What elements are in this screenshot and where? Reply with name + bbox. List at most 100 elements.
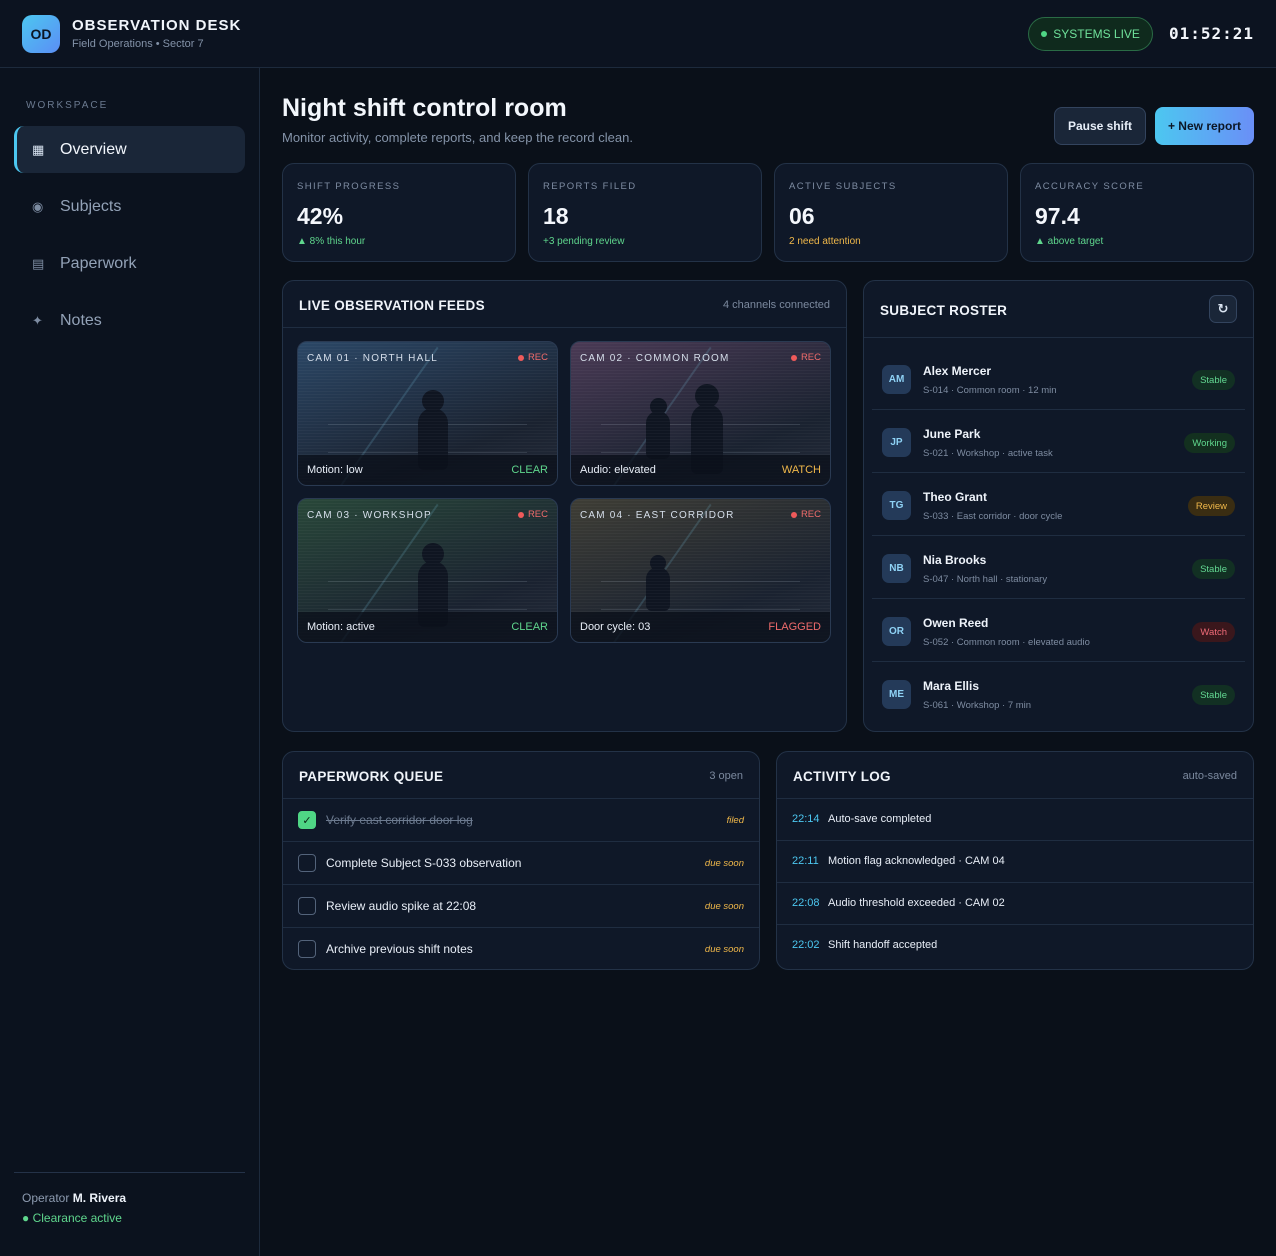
roster-row[interactable]: NB Nia Brooks S-047 · North hall · station… [872, 536, 1245, 599]
camera-feed[interactable]: CAM 01 · NORTH HALL REC Motion: low CLEAR [297, 341, 558, 486]
app-title: OBSERVATION DESK [72, 17, 242, 34]
feed-reading: Door cycle: 03 [580, 621, 651, 633]
roster-row[interactable]: OR Owen Reed S-052 · Common room · elevate… [872, 599, 1245, 662]
record-dot-icon [790, 511, 797, 518]
task-checkbox[interactable] [298, 897, 316, 915]
subject-detail: S-033 · East corridor · door cycle [923, 511, 1063, 522]
rec-label: REC [800, 509, 821, 520]
paperwork-item[interactable]: ✓ Verify east corridor door log filed [283, 798, 759, 841]
sidebar-item-paperwork[interactable]: ▤ Paperwork [14, 240, 245, 287]
feed-status: FLAGGED [768, 621, 821, 633]
status-badge: Working [1184, 433, 1235, 453]
task-tag: due soon [704, 901, 744, 912]
paperwork-queue-card: PAPERWORK QUEUE 3 open ✓ Verify east corr… [282, 751, 760, 970]
camera-name: CAM 03 · WORKSHOP [307, 510, 432, 521]
stat-value: 42% [297, 203, 344, 229]
log-entry: 22:02 Shift handoff accepted [777, 924, 1253, 966]
camera-name: CAM 01 · NORTH HALL [307, 353, 438, 364]
subject-detail: S-047 · North hall · stationary [923, 574, 1048, 585]
task-checkbox[interactable] [298, 854, 316, 872]
sidebar-item-notes[interactable]: ✦ Notes [14, 297, 245, 344]
refresh-roster-button[interactable]: ↻ [1209, 295, 1237, 323]
log-text: Motion flag acknowledged · CAM 04 [828, 855, 1005, 867]
new-report-button[interactable]: + New report [1154, 107, 1254, 145]
log-time: 22:11 [792, 855, 819, 867]
activity-log-card: ACTIVITY LOG auto-saved 22:14 Auto-save c… [776, 751, 1254, 970]
subject-detail: S-061 · Workshop · 7 min [923, 700, 1032, 711]
roster-row[interactable]: AM Alex Mercer S-014 · Common room · 12 mi… [872, 347, 1245, 410]
recording-indicator: REC [790, 352, 821, 363]
record-dot-icon [790, 354, 797, 361]
camera-feed[interactable]: CAM 02 · COMMON ROOM REC Audio: elevated WA… [570, 341, 831, 486]
stat-card: REPORTS FILED 18 +3 pending review [528, 163, 762, 262]
subject-detail: S-014 · Common room · 12 min [923, 385, 1057, 396]
sidebar-item-subjects[interactable]: ◉ Subjects [14, 183, 245, 230]
record-dot-icon [517, 354, 524, 361]
record-dot-icon [517, 511, 524, 518]
camera-name: CAM 02 · COMMON ROOM [580, 353, 730, 364]
feed-status: CLEAR [511, 621, 548, 633]
camera-feed[interactable]: CAM 04 · EAST CORRIDOR REC Door cycle: 03 F… [570, 498, 831, 643]
stat-value: 97.4 [1035, 203, 1080, 229]
live-feeds-card: LIVE OBSERVATION FEEDS 4 channels connec… [282, 280, 847, 732]
paperwork-item[interactable]: Complete Subject S-033 observation due so… [283, 841, 759, 884]
subject-name: June Park [923, 427, 981, 441]
task-tag: due soon [704, 944, 744, 955]
roster-row[interactable]: TG Theo Grant S-033 · East corridor · door… [872, 473, 1245, 536]
log-entry: 22:11 Motion flag acknowledged · CAM 04 [777, 840, 1253, 882]
log-text: Auto-save completed [828, 813, 932, 825]
task-tag: filed [726, 815, 744, 826]
status-badge: Stable [1192, 685, 1235, 705]
feed-status-bar: Motion: low CLEAR [298, 455, 557, 485]
stat-note: 2 need attention [789, 236, 861, 247]
task-label: Archive previous shift notes [326, 942, 473, 956]
roster-row[interactable]: ME Mara Ellis S-061 · Workshop · 7 min Stab… [872, 662, 1245, 725]
shift-clock: 01:52:21 [1168, 24, 1254, 43]
avatar: NB [882, 554, 911, 583]
stat-note: ▲ above target [1035, 236, 1104, 247]
refresh-icon: ↻ [1217, 301, 1229, 316]
log-time: 22:14 [792, 813, 820, 825]
activity-meta: auto-saved [1182, 770, 1237, 782]
status-badge: Stable [1192, 559, 1235, 579]
stat-value: 18 [543, 203, 569, 229]
brand: OBSERVATION DESK Field Operations • Sect… [72, 17, 241, 50]
paperwork-title: PAPERWORK QUEUE [299, 769, 444, 784]
log-entry: 22:14 Auto-save completed [777, 798, 1253, 840]
grid-icon: ▦ [32, 141, 45, 157]
systems-status-text: SYSTEMS LIVE [1053, 26, 1140, 41]
page-title: Night shift control room [282, 94, 567, 122]
clearance-text: Clearance active [32, 1211, 122, 1225]
feed-status: WATCH [781, 464, 821, 476]
task-label: Complete Subject S-033 observation [326, 856, 522, 870]
sidebar-item-overview[interactable]: ▦ Overview [14, 126, 245, 173]
avatar: AM [882, 365, 911, 394]
task-label: Review audio spike at 22:08 [326, 899, 477, 913]
sidebar-item-label: Overview [60, 140, 127, 158]
sidebar-nav: ▦ Overview ◉ Subjects ▤ Paperwork ✦ Notes [14, 126, 245, 354]
recording-indicator: REC [517, 509, 548, 520]
card-divider [864, 337, 1253, 338]
rec-label: REC [527, 352, 548, 363]
pause-shift-button[interactable]: Pause shift [1053, 107, 1146, 145]
document-icon: ▤ [32, 255, 45, 271]
top-bar-right: SYSTEMS LIVE 01:52:21 [1028, 16, 1254, 51]
log-text: Audio threshold exceeded · CAM 02 [828, 897, 1005, 909]
sidebar-item-label: Notes [60, 311, 102, 329]
task-checkbox[interactable] [298, 940, 316, 958]
subject-name: Mara Ellis [923, 679, 980, 693]
avatar: OR [882, 617, 911, 646]
sparkle-icon: ✦ [32, 312, 43, 328]
feed-status: CLEAR [511, 464, 548, 476]
task-label: Verify east corridor door log [326, 813, 473, 827]
task-checkbox[interactable]: ✓ [298, 811, 316, 829]
feed-status-bar: Audio: elevated WATCH [571, 455, 830, 485]
roster-row[interactable]: JP June Park S-021 · Workshop · active tas… [872, 410, 1245, 473]
paperwork-item[interactable]: Review audio spike at 22:08 due soon [283, 884, 759, 927]
operator-line: Operator M. Rivera [22, 1191, 237, 1205]
paperwork-meta: 3 open [709, 770, 743, 782]
log-text: Shift handoff accepted [828, 939, 938, 951]
roster-title: SUBJECT ROSTER [880, 303, 1008, 318]
paperwork-item[interactable]: Archive previous shift notes due soon [283, 927, 759, 970]
camera-feed[interactable]: CAM 03 · WORKSHOP REC Motion: active CLEAR [297, 498, 558, 643]
